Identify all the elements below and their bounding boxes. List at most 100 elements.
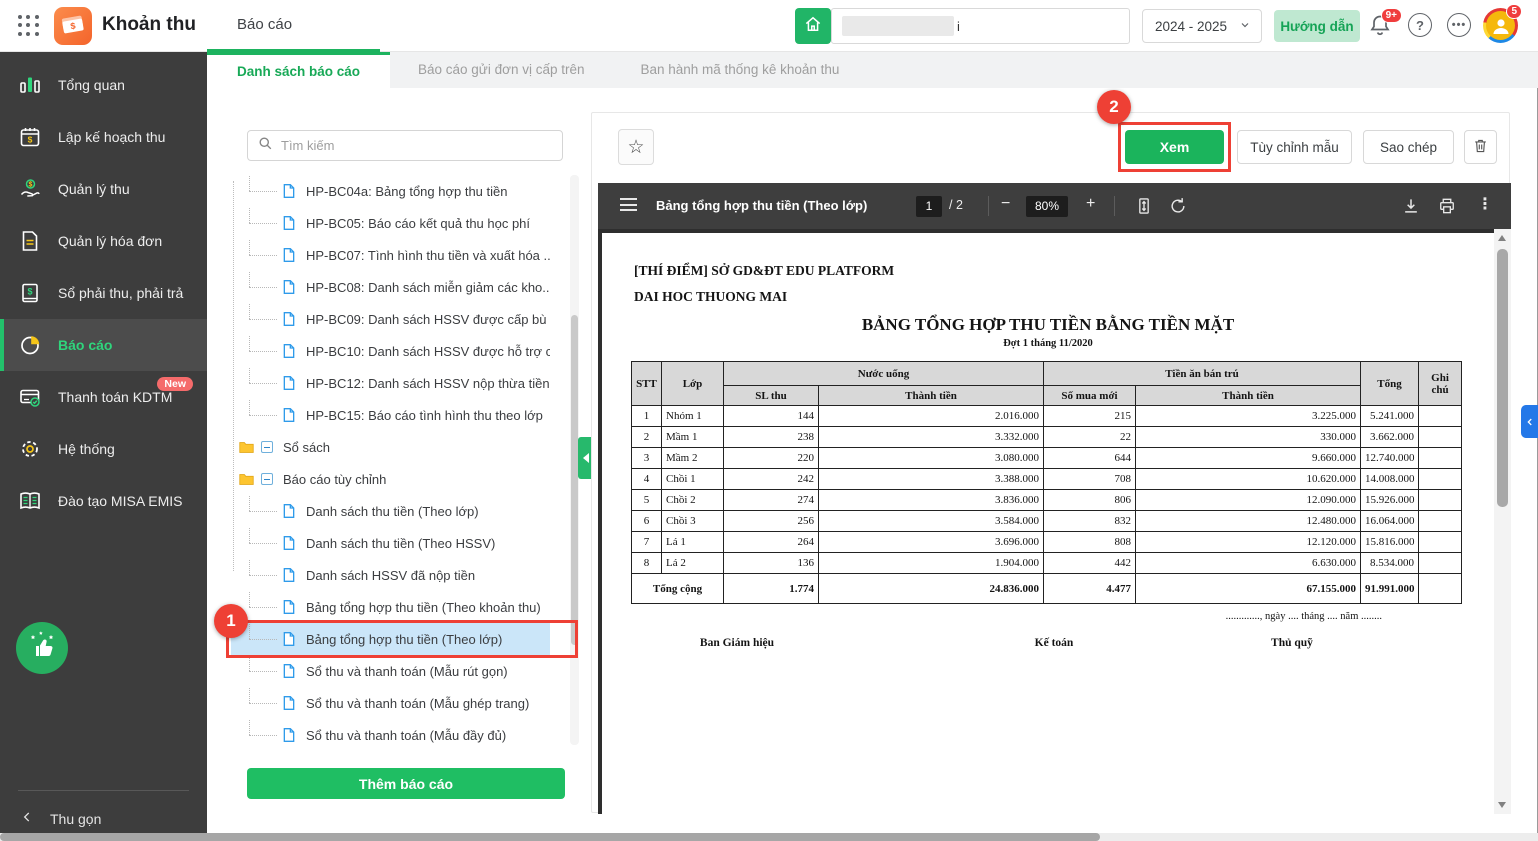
scroll-down-arrow-icon[interactable] <box>1498 802 1506 808</box>
col-group-nuoc-uong: Nước uống <box>724 362 1044 386</box>
sidebar-item-bar-chart[interactable]: Tổng quan <box>0 59 207 111</box>
sidebar-item-ledger[interactable]: $Sổ phải thu, phải trả <box>0 267 207 319</box>
home-button[interactable] <box>795 8 831 44</box>
tree-report-item[interactable]: Bảng tổng hợp thu tiền (Theo lớp) <box>231 623 550 655</box>
help-button[interactable]: ? <box>1408 13 1434 39</box>
sidebar-item-pie-chart[interactable]: Báo cáo <box>0 319 207 371</box>
favorite-star-button[interactable]: ☆ <box>618 129 654 165</box>
tree-report-item[interactable]: Danh sách HSSV đã nộp tiền <box>231 559 550 591</box>
feedback-button[interactable] <box>16 622 68 674</box>
svg-text:$: $ <box>29 182 33 189</box>
report-search-input[interactable] <box>281 138 554 153</box>
file-icon <box>281 375 306 391</box>
customize-template-button[interactable]: Tùy chỉnh mẫu <box>1237 130 1352 164</box>
tree-report-item[interactable]: Bảng tổng hợp thu tiền (Theo khoản thu) <box>231 591 550 623</box>
file-icon <box>281 311 306 327</box>
sidebar-item-label: Sổ phải thu, phải trả <box>58 285 183 301</box>
report-search-box[interactable] <box>247 130 563 161</box>
app-title: Khoản thu <box>102 14 196 36</box>
pdf-scrollbar-thumb[interactable] <box>1497 249 1508 507</box>
more-options-button[interactable]: ••• <box>1447 13 1473 39</box>
tab-bao-cao-gui-don-vi[interactable]: Báo cáo gửi đơn vị cấp trên <box>390 52 612 88</box>
tree-report-item[interactable]: HP-BC15: Báo cáo tình hình thu theo lớp <box>231 399 550 431</box>
app-grid-icon[interactable] <box>18 15 40 37</box>
horizontal-scrollbar-thumb[interactable] <box>0 833 1100 841</box>
doc-org-line2: DAI HOC THUONG MAI <box>634 289 787 305</box>
tree-item-label: HP-BC08: Danh sách miễn giảm các kho... <box>306 280 550 295</box>
sidebar-item-label: Báo cáo <box>58 337 112 353</box>
tree-report-item[interactable]: HP-BC04a: Bảng tổng hợp thu tiền <box>231 175 550 207</box>
home-icon <box>803 14 823 39</box>
page-total: / 2 <box>949 198 963 212</box>
collapse-toggle-icon[interactable] <box>261 441 273 453</box>
sidebar-item-gear[interactable]: Hệ thống <box>0 423 207 475</box>
copy-report-button[interactable]: Sao chép <box>1363 130 1454 164</box>
pdf-title: Bảng tổng hợp thu tiền (Theo lớp) <box>656 198 867 213</box>
tree-report-item[interactable]: Sổ thu và thanh toán (Mẫu đầy đủ) <box>231 719 550 751</box>
tab-danh-sach-bao-cao[interactable]: Danh sách báo cáo <box>207 52 390 88</box>
notifications-button[interactable]: 9+ <box>1368 13 1394 39</box>
delete-report-button[interactable] <box>1464 130 1497 164</box>
collapse-toggle-icon[interactable] <box>261 473 273 485</box>
table-total-row: Tổng cộng1.77424.836.0004.47767.155.0009… <box>632 574 1462 604</box>
tree-report-item[interactable]: Sổ thu và thanh toán (Mẫu ghép trang) <box>231 687 550 719</box>
sidebar-toggle-icon[interactable] <box>620 198 637 215</box>
tree-report-item[interactable]: HP-BC10: Danh sách HSSV được hỗ trợ chi.… <box>231 335 550 367</box>
sidebar-item-open-book[interactable]: Đào tạo MISA EMIS <box>0 475 207 527</box>
school-year-select[interactable]: 2024 - 2025 <box>1142 9 1262 43</box>
zoom-out-button[interactable]: − <box>1001 195 1010 213</box>
tree-item-label: HP-BC12: Danh sách HSSV nộp thừa tiền <box>306 376 550 391</box>
pdf-scrollbar[interactable] <box>1494 229 1511 814</box>
tree-folder[interactable]: Báo cáo tùy chỉnh <box>231 463 550 495</box>
tree-scrollbar-thumb[interactable] <box>571 315 578 645</box>
signature-ke-toan: Kế toán <box>1002 637 1106 649</box>
tree-item-label: HP-BC10: Danh sách HSSV được hỗ trợ chi.… <box>306 344 550 359</box>
sidebar-item-calendar-money[interactable]: $Lập kế hoạch thu <box>0 111 207 163</box>
file-icon <box>281 727 306 743</box>
tree-report-item[interactable]: HP-BC12: Danh sách HSSV nộp thừa tiền <box>231 367 550 399</box>
download-icon[interactable] <box>1401 196 1421 221</box>
org-name-suffix: i <box>957 19 960 34</box>
zoom-in-button[interactable]: + <box>1086 195 1095 213</box>
tree-report-item[interactable]: HP-BC07: Tình hình thu tiền và xuất hóa … <box>231 239 550 271</box>
col-header-thanh-tien-1: Thành tiền <box>819 386 1044 406</box>
tab-ban-hanh-ma-thong-ke[interactable]: Ban hành mã thống kê khoản thu <box>612 52 867 88</box>
tree-item-label: HP-BC09: Danh sách HSSV được cấp bù miễ <box>306 312 550 327</box>
scroll-up-arrow-icon[interactable] <box>1498 235 1506 241</box>
horizontal-scrollbar[interactable] <box>0 833 1538 841</box>
sidebar-collapse-button[interactable]: Thu gọn <box>20 810 101 827</box>
sidebar-item-label: Quản lý thu <box>58 181 130 197</box>
module-tab-bao-cao[interactable]: Báo cáo <box>237 16 292 33</box>
top-bar: $ Khoản thu Báo cáo i 2024 - 2025 Hướng … <box>0 0 1538 52</box>
file-icon <box>281 631 306 647</box>
sidebar-item-invoice[interactable]: Quản lý hóa đơn <box>0 215 207 267</box>
sidebar-item-hand-coin[interactable]: $ Quản lý thu <box>0 163 207 215</box>
card-check-icon <box>18 385 42 409</box>
tree-report-item[interactable]: Danh sách thu tiền (Theo HSSV) <box>231 527 550 559</box>
kebab-menu-icon[interactable]: ⋮ <box>1477 194 1493 214</box>
file-icon <box>281 343 306 359</box>
zoom-level[interactable]: 80% <box>1026 196 1068 217</box>
guide-button[interactable]: Hướng dẫn <box>1274 10 1360 42</box>
pdf-page: [THÍ ĐIỂM] SỞ GD&ĐT EDU PLATFORM DAI HOC… <box>602 233 1494 814</box>
right-edge-collapse-tab[interactable] <box>1521 405 1538 438</box>
page-number-input[interactable]: 1 <box>916 196 942 217</box>
tree-folder[interactable]: Sổ sách <box>231 431 550 463</box>
tree-report-item[interactable]: Sổ thu và thanh toán (Mẫu rút gọn) <box>231 655 550 687</box>
hand-coin-icon: $ <box>18 177 42 201</box>
organization-search-input[interactable]: i <box>831 8 1130 44</box>
print-icon[interactable] <box>1437 196 1457 221</box>
tree-report-item[interactable]: HP-BC09: Danh sách HSSV được cấp bù miễ <box>231 303 550 335</box>
add-report-button[interactable]: Thêm báo cáo <box>247 768 565 799</box>
user-avatar[interactable]: 5 <box>1483 8 1518 43</box>
view-report-button[interactable]: Xem <box>1125 130 1224 164</box>
table-row: 1Nhóm 11442.016.0002153.225.0005.241.000 <box>632 406 1462 427</box>
fit-page-button[interactable] <box>1134 196 1154 221</box>
file-icon <box>281 599 306 615</box>
sidebar-item-card-check[interactable]: Thanh toán KDTMNew <box>0 371 207 423</box>
rotate-page-button[interactable] <box>1168 196 1188 221</box>
tree-report-item[interactable]: HP-BC08: Danh sách miễn giảm các kho... <box>231 271 550 303</box>
report-preview-panel: ☆ Xem 2 Tùy chỉnh mẫu Sao chép Bảng tổng… <box>591 112 1510 813</box>
tree-report-item[interactable]: Danh sách thu tiền (Theo lớp) <box>231 495 550 527</box>
tree-report-item[interactable]: HP-BC05: Báo cáo kết quả thu học phí <box>231 207 550 239</box>
